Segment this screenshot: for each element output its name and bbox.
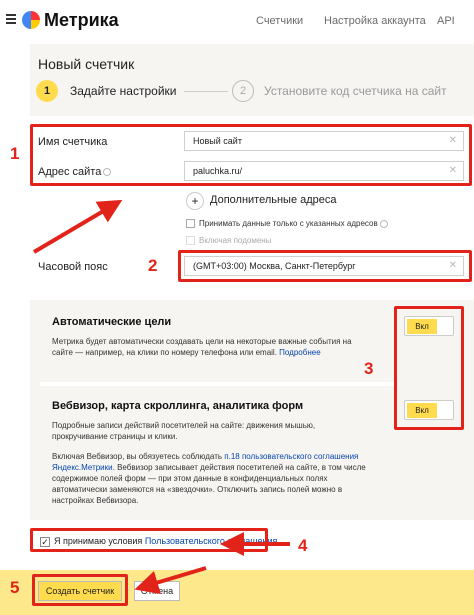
annotation-number-5: 5 bbox=[10, 578, 20, 597]
annotation-box-1 bbox=[30, 124, 472, 186]
annotation-number-3: 3 bbox=[364, 359, 374, 378]
auto-goals-text-1: Метрика будет автоматически создавать це… bbox=[52, 337, 352, 346]
nav-account-settings[interactable]: Настройка аккаунта bbox=[324, 15, 426, 27]
webvisor-description: Подробные записи действий посетителей на… bbox=[52, 420, 315, 442]
webvisor-note-5: настройках Вебвизора. bbox=[52, 496, 139, 505]
annotation-number-2: 2 bbox=[148, 256, 158, 275]
annotation-box-5 bbox=[32, 574, 128, 606]
webvisor-note-1: Включая Вебвизор, вы обязуетесь соблюдат… bbox=[52, 451, 366, 462]
webvisor-note-2: Яндекс.Метрики. Вебвизор записывает дейс… bbox=[52, 462, 366, 473]
webvisor-note: Включая Вебвизор, вы обязуетесь соблюдат… bbox=[52, 451, 366, 506]
auto-goals-text-2: сайте — например, на клики по номеру тел… bbox=[52, 347, 352, 358]
webvisor-note-4: автоматически заменяются на «звездочки».… bbox=[52, 485, 343, 494]
add-address-icon[interactable]: + bbox=[186, 192, 204, 210]
include-subdomains-label: Включая подомены bbox=[199, 236, 272, 245]
more-link[interactable]: Подробнее bbox=[279, 348, 321, 357]
annotation-number-1: 1 bbox=[10, 144, 20, 163]
info-icon[interactable] bbox=[379, 219, 388, 228]
additional-addresses-link[interactable]: Дополнительные адреса bbox=[210, 194, 337, 206]
step-2-label: Установите код счетчика на сайт bbox=[264, 84, 447, 98]
menu-icon[interactable] bbox=[6, 14, 16, 24]
section-divider bbox=[40, 382, 396, 386]
agreement-p18-link[interactable]: п.18 пользовательского соглашения bbox=[224, 452, 358, 461]
webvisor-note-2b: Вебвизор записывает действия посетителей… bbox=[117, 463, 366, 472]
logo-icon[interactable] bbox=[22, 11, 40, 29]
annotation-number-4: 4 bbox=[298, 536, 308, 555]
webvisor-text-1: Подробные записи действий посетителей на… bbox=[52, 421, 316, 430]
webvisor-text-2: прокручивание страницы и клики. bbox=[52, 432, 178, 441]
only-listed-label: Принимать данные только с указанных адре… bbox=[199, 219, 388, 228]
top-header: Метрика Счетчики Настройка аккаунта API bbox=[0, 0, 474, 44]
webvisor-note-1a: Включая Вебвизор, вы обязуетесь соблюдат… bbox=[52, 452, 223, 461]
nav-counters[interactable]: Счетчики bbox=[256, 15, 303, 27]
auto-goals-description: Метрика будет автоматически создавать це… bbox=[52, 336, 352, 358]
arrow-1 bbox=[32, 199, 123, 254]
steps-panel bbox=[30, 44, 474, 116]
logo-text[interactable]: Метрика bbox=[44, 10, 119, 31]
webvisor-note-3: содержимое полей форм — при этом данные … bbox=[52, 474, 328, 483]
nav-api[interactable]: API bbox=[437, 15, 455, 27]
step-2-circle: 2 bbox=[232, 80, 254, 102]
metrika-link[interactable]: Яндекс.Метрики. bbox=[52, 463, 115, 472]
include-subdomains-checkbox[interactable] bbox=[186, 236, 195, 245]
page-title: Новый счетчик bbox=[38, 56, 135, 72]
annotation-box-4 bbox=[30, 528, 268, 552]
step-divider bbox=[184, 91, 228, 92]
only-listed-checkbox[interactable] bbox=[186, 219, 195, 228]
timezone-label: Часовой пояс bbox=[38, 261, 108, 273]
only-listed-text: Принимать данные только с указанных адре… bbox=[199, 219, 378, 228]
step-1-circle: 1 bbox=[36, 80, 58, 102]
annotation-box-2 bbox=[178, 250, 472, 282]
annotation-box-3 bbox=[394, 306, 464, 430]
cancel-button[interactable]: Отмена bbox=[134, 581, 180, 601]
auto-goals-title: Автоматические цели bbox=[52, 316, 172, 328]
step-1-label: Задайте настройки bbox=[70, 84, 177, 98]
webvisor-title: Вебвизор, карта скроллинга, аналитика фо… bbox=[52, 400, 304, 412]
auto-goals-text-2a: сайте — например, на клики по номеру тел… bbox=[52, 348, 277, 357]
